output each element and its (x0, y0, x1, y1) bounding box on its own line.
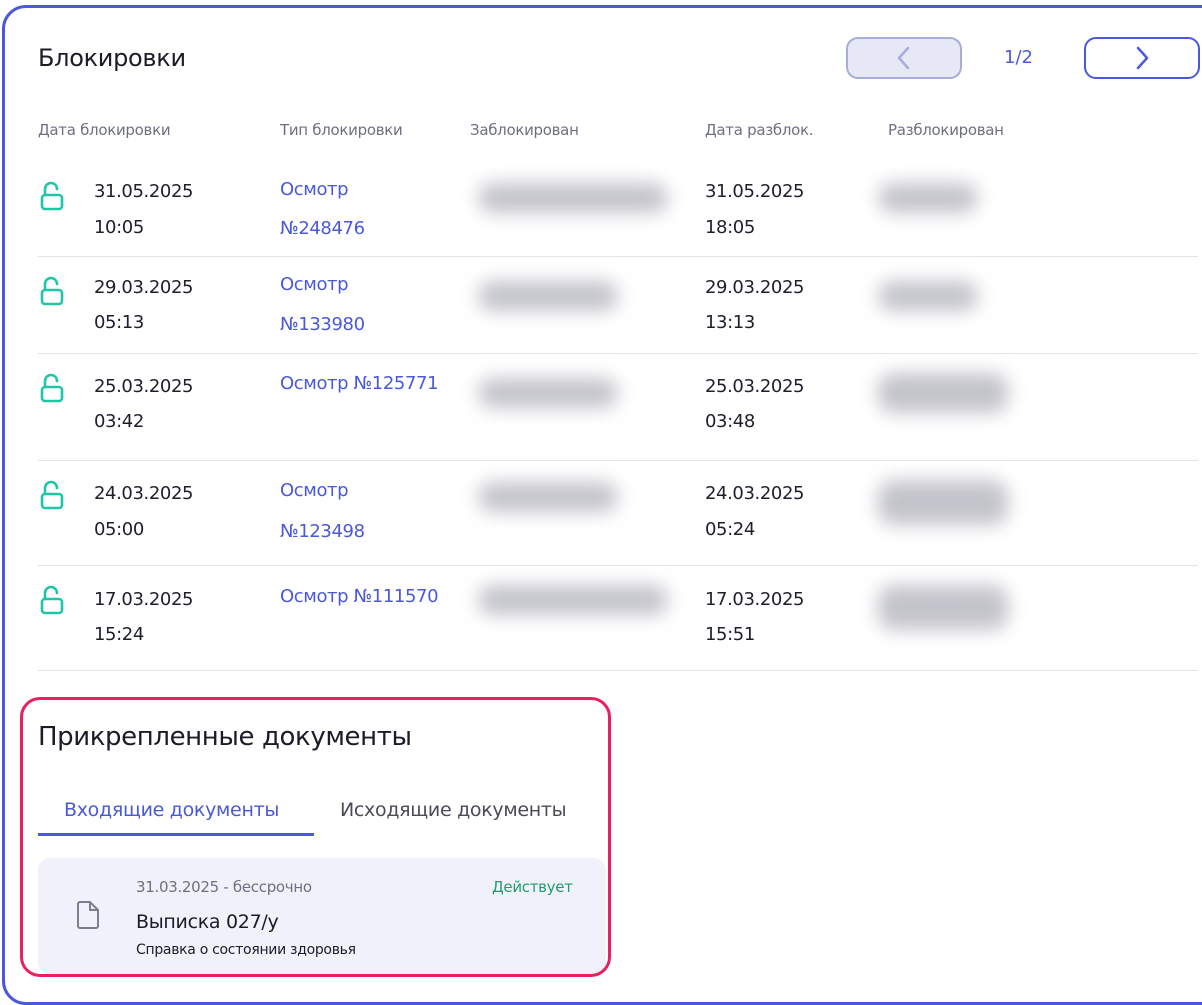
blocked-by-redacted (478, 378, 618, 408)
unlock-time: 15:51 (705, 624, 755, 645)
block-time: 05:13 (94, 312, 144, 333)
unlock-date: 25.03.2025 (705, 376, 805, 397)
block-type-number[interactable]: №133980 (280, 306, 365, 343)
block-date: 17.03.2025 (94, 589, 194, 610)
column-header-type: Тип блокировки (280, 121, 403, 139)
blocked-by-redacted (478, 183, 668, 213)
unlocked-by-redacted (878, 281, 978, 311)
unlock-icon (40, 585, 64, 615)
block-date: 29.03.2025 (94, 277, 194, 298)
chevron-left-icon (897, 46, 910, 70)
blocked-by-redacted (478, 482, 618, 512)
unlock-time: 03:48 (705, 411, 755, 432)
block-type-link[interactable]: Осмотр (280, 266, 349, 303)
column-header-unlocked-by: Разблокирован (888, 121, 1004, 139)
block-date: 24.03.2025 (94, 483, 194, 504)
prev-page-button[interactable] (846, 37, 962, 79)
block-time: 05:00 (94, 519, 144, 540)
block-type-number[interactable]: №248476 (280, 210, 365, 247)
unlocked-by-redacted (878, 585, 1008, 630)
column-header-unlock-date: Дата разблок. (705, 121, 814, 139)
blocks-title: Блокировки (38, 44, 186, 72)
unlock-date: 31.05.2025 (705, 181, 805, 202)
unlock-date: 17.03.2025 (705, 589, 805, 610)
unlock-icon (40, 373, 64, 403)
block-time: 03:42 (94, 411, 144, 432)
unlock-time: 18:05 (705, 217, 755, 238)
unlock-time: 13:13 (705, 312, 755, 333)
table-row: 24.03.2025 05:00 Осмотр №123498 24.03.20… (38, 460, 1198, 566)
next-page-button[interactable] (1084, 37, 1200, 79)
blocked-by-redacted (478, 281, 618, 311)
table-row: 25.03.2025 03:42 Осмотр №125771 25.03.20… (38, 353, 1198, 461)
block-type-link[interactable]: Осмотр №111570 (280, 578, 439, 615)
block-type-link[interactable]: Осмотр №125771 (280, 365, 439, 402)
unlock-date: 29.03.2025 (705, 277, 805, 298)
chevron-right-icon (1136, 46, 1149, 70)
table-row: 31.05.2025 10:05 Осмотр №248476 31.05.20… (38, 163, 1198, 257)
block-time: 15:24 (94, 624, 144, 645)
column-header-blocked-by: Заблокирован (470, 121, 579, 139)
block-type-link[interactable]: Осмотр (280, 171, 349, 208)
table-row: 17.03.2025 15:24 Осмотр №111570 17.03.20… (38, 565, 1198, 671)
block-type-number[interactable]: №123498 (280, 513, 365, 550)
unlock-date: 24.03.2025 (705, 483, 805, 504)
documents-highlight-frame (20, 697, 611, 977)
block-date: 25.03.2025 (94, 376, 194, 397)
blocked-by-redacted (478, 585, 668, 615)
page-indicator: 1/2 (1004, 47, 1033, 68)
unlock-icon (40, 480, 64, 510)
unlocked-by-redacted (878, 480, 1008, 525)
block-time: 10:05 (94, 217, 144, 238)
unlock-icon (40, 181, 64, 211)
unlock-time: 05:24 (705, 519, 755, 540)
unlock-icon (40, 276, 64, 306)
column-header-date: Дата блокировки (38, 121, 171, 139)
table-row: 29.03.2025 05:13 Осмотр №133980 29.03.20… (38, 256, 1198, 354)
block-type-link[interactable]: Осмотр (280, 472, 349, 509)
block-date: 31.05.2025 (94, 181, 194, 202)
unlocked-by-redacted (878, 183, 978, 213)
unlocked-by-redacted (878, 373, 1008, 413)
